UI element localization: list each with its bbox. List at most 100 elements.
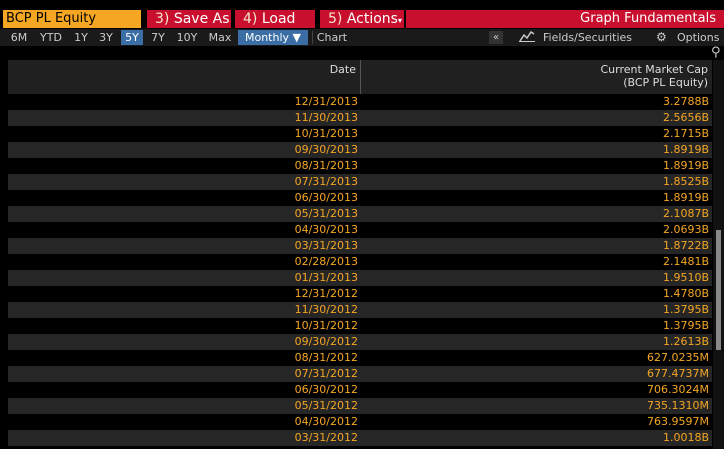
chart-button[interactable]: Chart <box>314 30 350 45</box>
row-date: 09/30/2013 <box>294 143 358 156</box>
period-3y[interactable]: 3Y <box>95 30 117 45</box>
row-date: 03/31/2012 <box>294 431 358 444</box>
row-market-cap: 1.9510B <box>662 271 709 284</box>
period-max[interactable]: Max <box>205 30 235 45</box>
table-row[interactable]: 02/28/2013 2.1481B <box>8 254 712 270</box>
table-row[interactable]: 09/30/2013 1.8919B <box>8 142 712 158</box>
table-row[interactable]: 07/31/2012 677.4737M <box>8 366 712 382</box>
actions-button[interactable]: 5) Actions▾ <box>320 10 404 28</box>
gear-icon: ⚙ <box>656 30 667 44</box>
row-date: 11/30/2013 <box>294 111 358 124</box>
dropdown-arrow-icon: ▼ <box>292 31 301 44</box>
options-button[interactable]: Options <box>677 30 719 45</box>
row-market-cap: 1.0018B <box>662 431 709 444</box>
row-date: 04/30/2012 <box>294 415 358 428</box>
frequency-dropdown[interactable]: Monthly ▼ <box>238 30 308 45</box>
row-market-cap: 1.8919B <box>662 143 709 156</box>
table-row[interactable]: 03/31/2012 1.0018B <box>8 430 712 446</box>
row-market-cap: 1.8919B <box>662 159 709 172</box>
table-row[interactable]: 11/30/2012 1.3795B <box>8 302 712 318</box>
table-row[interactable]: 12/31/2013 3.2788B <box>8 94 712 110</box>
market-cap-header-line1: Current Market Cap <box>600 63 708 76</box>
divider <box>312 31 313 44</box>
row-date: 08/31/2012 <box>294 351 358 364</box>
save-as-label: Save As <box>173 11 230 27</box>
row-market-cap: 677.4737M <box>647 367 709 380</box>
table-row[interactable]: 10/31/2013 2.1715B <box>8 126 712 142</box>
period-10y[interactable]: 10Y <box>173 30 201 45</box>
row-market-cap: 763.9597M <box>647 415 709 428</box>
collapse-icon[interactable]: « <box>489 31 503 44</box>
spacer <box>0 46 724 60</box>
row-market-cap: 2.5656B <box>662 111 709 124</box>
market-cap-column-header[interactable]: Current Market Cap (BCP PL Equity) <box>362 60 712 94</box>
actions-number: 5) <box>328 11 343 27</box>
fields-securities-button[interactable]: Fields/Securities <box>543 30 632 45</box>
actions-label: Actions <box>346 11 398 27</box>
row-date: 11/30/2012 <box>294 303 358 316</box>
table-row[interactable]: 05/31/2013 2.1087B <box>8 206 712 222</box>
row-market-cap: 627.0235M <box>647 351 709 364</box>
table-row[interactable]: 04/30/2012 763.9597M <box>8 414 712 430</box>
top-bar: BCP PL Equity 3) Save As 4) Load 5) Acti… <box>0 0 724 29</box>
table-row[interactable]: 12/31/2012 1.4780B <box>8 286 712 302</box>
row-market-cap: 2.0693B <box>662 223 709 236</box>
table-row[interactable]: 08/31/2012 627.0235M <box>8 350 712 366</box>
row-market-cap: 1.8919B <box>662 191 709 204</box>
row-date: 05/31/2013 <box>294 207 358 220</box>
table-row[interactable]: 10/31/2012 1.3795B <box>8 318 712 334</box>
row-market-cap: 1.4780B <box>662 287 709 300</box>
caret-down-icon: ▾ <box>397 16 402 25</box>
zoom-icon[interactable]: ⚲ <box>711 45 721 60</box>
row-market-cap: 1.3795B <box>662 303 709 316</box>
row-market-cap: 1.8525B <box>662 175 709 188</box>
market-cap-header-line2: (BCP PL Equity) <box>623 76 708 89</box>
frequency-label: Monthly <box>244 31 290 44</box>
table-row[interactable]: 11/30/2013 2.5656B <box>8 110 712 126</box>
chart-fields-icon <box>519 30 535 46</box>
function-title: Graph Fundamentals <box>406 10 724 28</box>
row-date: 12/31/2013 <box>294 95 358 108</box>
period-6m[interactable]: 6M <box>6 30 32 45</box>
table-row[interactable]: 09/30/2012 1.2613B <box>8 334 712 350</box>
row-market-cap: 2.1087B <box>662 207 709 220</box>
row-date: 07/31/2012 <box>294 367 358 380</box>
row-date: 02/28/2013 <box>294 255 358 268</box>
row-date: 07/31/2013 <box>294 175 358 188</box>
table-row[interactable]: 04/30/2013 2.0693B <box>8 222 712 238</box>
table-row[interactable]: 06/30/2013 1.8919B <box>8 190 712 206</box>
save-as-button[interactable]: 3) Save As <box>147 10 231 28</box>
table-row[interactable]: 08/31/2013 1.8919B <box>8 158 712 174</box>
row-market-cap: 2.1481B <box>662 255 709 268</box>
row-market-cap: 2.1715B <box>662 127 709 140</box>
table-row[interactable]: 01/31/2013 1.9510B <box>8 270 712 286</box>
scrollbar-thumb[interactable] <box>716 230 721 350</box>
row-date: 12/31/2012 <box>294 287 358 300</box>
row-date: 04/30/2013 <box>294 223 358 236</box>
period-ytd[interactable]: YTD <box>36 30 66 45</box>
row-date: 06/30/2012 <box>294 383 358 396</box>
table-row[interactable]: 06/30/2012 706.3024M <box>8 382 712 398</box>
row-market-cap: 1.3795B <box>662 319 709 332</box>
period-7y[interactable]: 7Y <box>147 30 169 45</box>
row-market-cap: 1.8722B <box>662 239 709 252</box>
row-market-cap: 1.2613B <box>662 335 709 348</box>
load-label: Load <box>261 11 296 27</box>
row-date: 09/30/2012 <box>294 335 358 348</box>
row-market-cap: 706.3024M <box>647 383 709 396</box>
table-row[interactable]: 05/31/2012 735.1310M <box>8 398 712 414</box>
period-1y[interactable]: 1Y <box>70 30 92 45</box>
row-date: 06/30/2013 <box>294 191 358 204</box>
data-table: 12/31/2013 3.2788B 11/30/2013 2.5656B 10/31/… <box>8 94 712 446</box>
load-number: 4) <box>243 11 258 27</box>
security-input[interactable]: BCP PL Equity <box>3 10 141 28</box>
date-column-header[interactable]: Date <box>8 60 361 94</box>
period-5y[interactable]: 5Y <box>121 30 143 45</box>
table-row[interactable]: 03/31/2013 1.8722B <box>8 238 712 254</box>
load-button[interactable]: 4) Load <box>235 10 315 28</box>
table-row[interactable]: 07/31/2013 1.8525B <box>8 174 712 190</box>
table-header: Date Current Market Cap (BCP PL Equity) <box>8 60 712 95</box>
row-date: 03/31/2013 <box>294 239 358 252</box>
row-date: 01/31/2013 <box>294 271 358 284</box>
row-date: 08/31/2013 <box>294 159 358 172</box>
